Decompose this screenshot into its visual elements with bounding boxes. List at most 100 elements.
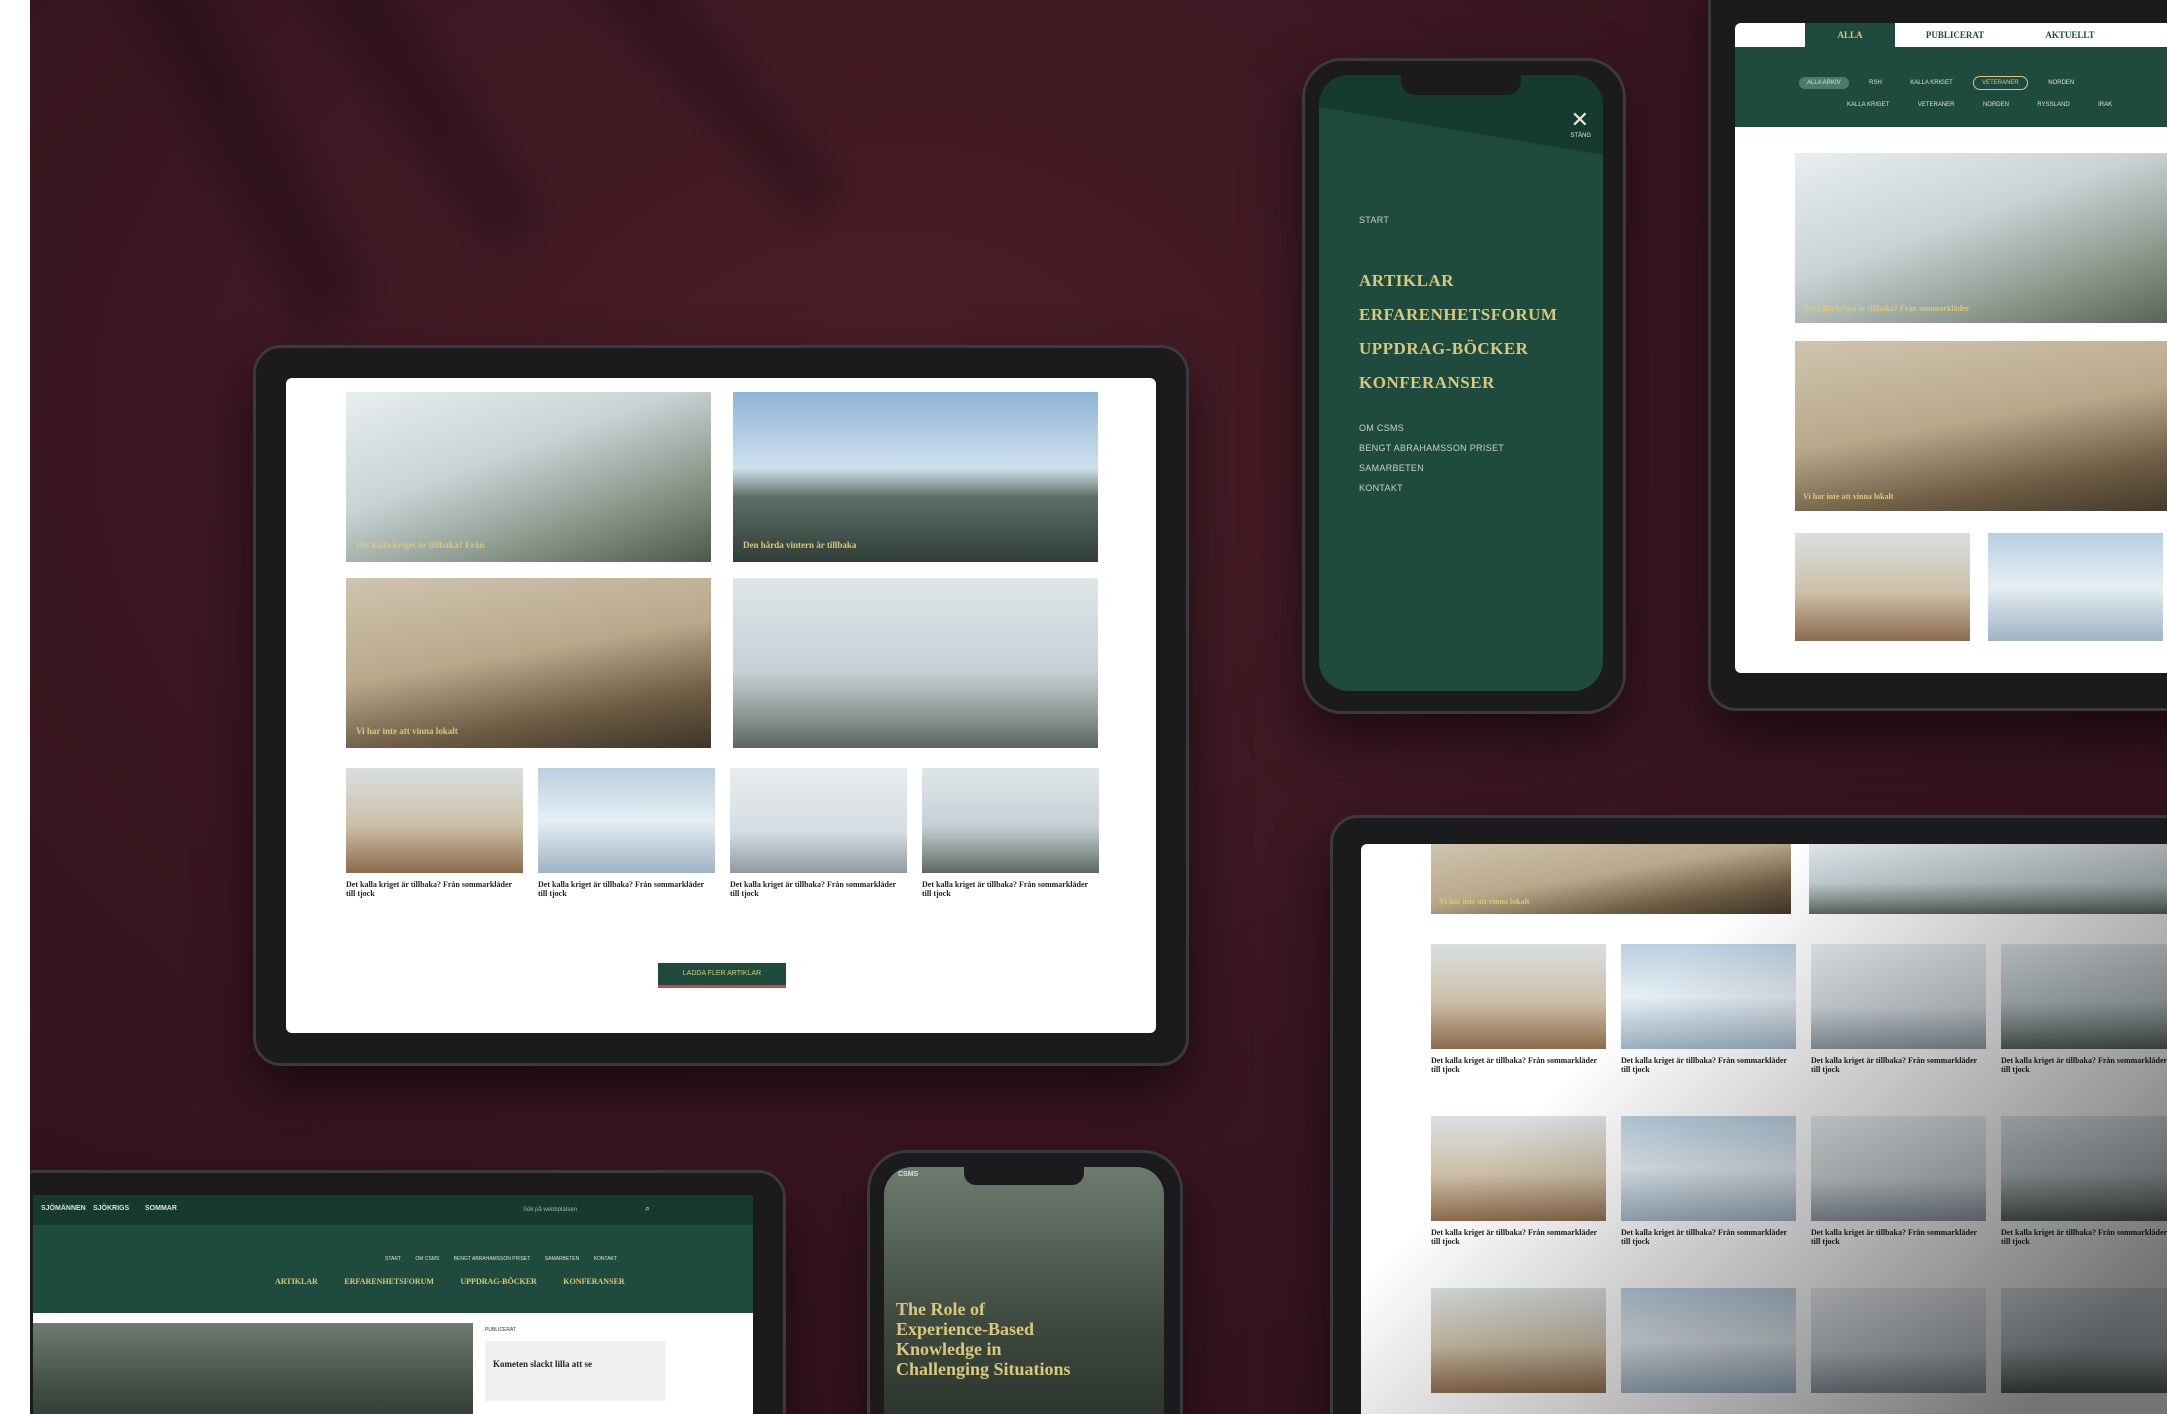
nav-small-item[interactable]: BENGT ABRAHAMSSON PRISET xyxy=(454,1256,531,1262)
card-image[interactable] xyxy=(730,768,907,873)
plant-shadow xyxy=(290,0,546,255)
filter-pill[interactable]: NORDEN xyxy=(2040,77,2082,89)
topbar-link[interactable]: SJÖKRIGS xyxy=(93,1205,129,1212)
menu-item-kontakt[interactable]: KONTAKT xyxy=(1359,483,1557,493)
card-title[interactable]: Det kalla kriget är tillbaka? Från somma… xyxy=(2001,1228,2167,1246)
topbar-link[interactable]: SJÖMÄNNEN xyxy=(41,1205,86,1212)
filter-pill[interactable]: KALLA KRIGET xyxy=(1839,99,1897,111)
filter-pill[interactable]: ALLA ARKIV xyxy=(1799,77,1849,89)
card-title[interactable]: Det kalla kriget är tillbaka? Från somma… xyxy=(1811,1056,1986,1074)
feature-image-village[interactable]: Vi har inte att vinna lokalt xyxy=(1795,341,2167,511)
load-more-button[interactable]: LADDA FLER ARTIKLAR xyxy=(658,963,786,988)
menu-item-om-csms[interactable]: OM CSMS xyxy=(1359,423,1557,433)
search-input[interactable]: Sök på webbplatsen xyxy=(517,1203,663,1217)
nav-small-item[interactable]: START xyxy=(385,1256,401,1262)
feature-image-soldiers[interactable]: Det kalla kriget är tillbaka? Från somma… xyxy=(1795,153,2167,323)
card-title[interactable]: Det kalla kriget är tillbaka? Från somma… xyxy=(1621,1056,1796,1074)
menu-item-uppdrag-bocker[interactable]: UPPDRAG-BÖCKER xyxy=(1359,339,1557,359)
feature-image-winter[interactable] xyxy=(1809,844,2167,914)
feature-image-village[interactable]: Vi har inte att vinna lokalt xyxy=(1431,844,1791,914)
menu-item-priset[interactable]: BENGT ABRAHAMSSON PRISET xyxy=(1359,443,1557,453)
close-icon[interactable]: ✕ xyxy=(1571,109,1589,131)
nav-small-item[interactable]: KONTAKT xyxy=(594,1256,617,1262)
card-title[interactable]: Det kalla kriget är tillbaka? Från somma… xyxy=(346,880,523,898)
card-title[interactable]: Det kalla kriget är tillbaka? Från somma… xyxy=(538,880,715,898)
card-image[interactable] xyxy=(1431,1116,1606,1221)
card-image[interactable] xyxy=(1988,533,2163,641)
tablet-bottomleft-screen: SJÖMÄNNEN SJÖKRIGS SOMMAR Sök på webbpla… xyxy=(33,1195,753,1414)
phone-menu: ✕ STÄNG START ARTIKLAR ERFARENHETSFORUM … xyxy=(1302,58,1626,714)
menu-item-samarbeten[interactable]: SAMARBETEN xyxy=(1359,463,1557,473)
tablet-main: Det kalla kriget är tillbaka? Från Den h… xyxy=(253,345,1189,1066)
feature-image-village[interactable]: Vi har inte att vinna lokalt xyxy=(346,578,711,748)
nav-big-item[interactable]: UPPDRAG-BÖCKER xyxy=(460,1277,536,1286)
feature-image-soldiers[interactable]: Det kalla kriget är tillbaka? Från xyxy=(346,392,711,562)
nav-big-item[interactable]: ARTIKLAR xyxy=(275,1277,318,1286)
card-title[interactable]: Det kalla kriget är tillbaka? Från somma… xyxy=(1431,1228,1606,1246)
feature-caption: Vi har inte att vinna lokalt xyxy=(1803,492,1894,501)
nav-big-item[interactable]: KONFERANSER xyxy=(563,1277,624,1286)
card-image[interactable] xyxy=(1431,944,1606,1049)
tab-bar: ALLA PUBLICERAT AKTUELLT xyxy=(1735,23,2167,47)
card-title[interactable]: Det kalla kriget är tillbaka? Från somma… xyxy=(1621,1228,1796,1246)
card-image[interactable] xyxy=(1621,1116,1796,1221)
filter-pill[interactable]: NORDEN xyxy=(1975,99,2017,111)
card-image[interactable] xyxy=(538,768,715,873)
card-image[interactable] xyxy=(1811,944,1986,1049)
card-image[interactable] xyxy=(2001,1288,2167,1393)
mockup-scene: Det kalla kriget är tillbaka? Från Den h… xyxy=(30,0,2167,1414)
menu-item-artiklar[interactable]: ARTIKLAR xyxy=(1359,271,1557,291)
card-image[interactable] xyxy=(1431,1288,1606,1393)
card-image[interactable] xyxy=(1621,1288,1796,1393)
filter-header: ALLA PUBLICERAT AKTUELLT ALLA ARKIV RSH … xyxy=(1735,23,2167,127)
tab-alla[interactable]: ALLA xyxy=(1805,23,1895,47)
card-title[interactable]: Det kalla kriget är tillbaka? Från somma… xyxy=(2001,1056,2167,1074)
card-image[interactable] xyxy=(1621,944,1796,1049)
filter-pills-row2: KALLA KRIGET VETERANER NORDEN RYSSLAND I… xyxy=(1835,93,2124,111)
filter-pill[interactable]: RYSSLAND xyxy=(2029,99,2077,111)
hero-image-forest[interactable] xyxy=(33,1323,473,1414)
card-title[interactable]: Det kalla kriget är tillbaka? Från somma… xyxy=(730,880,907,898)
filter-pill[interactable]: VETERANER xyxy=(1910,99,1963,111)
card-image[interactable] xyxy=(2001,1116,2167,1221)
tab-aktuellt[interactable]: AKTUELLT xyxy=(2015,23,2125,47)
card-image[interactable] xyxy=(346,768,523,873)
filter-pill[interactable]: IRAK xyxy=(2090,99,2120,111)
side-card[interactable]: Kometen slackt lilla att se xyxy=(485,1341,665,1401)
card-title[interactable]: Det kalla kriget är tillbaka? Från somma… xyxy=(1431,1056,1606,1074)
filter-pill[interactable]: RSH xyxy=(1861,77,1890,89)
card-image[interactable] xyxy=(1811,1116,1986,1221)
card-image[interactable] xyxy=(1811,1288,1986,1393)
nav-small-item[interactable]: SAMARBETEN xyxy=(545,1256,579,1262)
search-icon[interactable]: ⌕ xyxy=(645,1203,650,1214)
phone-notch xyxy=(1401,75,1521,95)
card-image[interactable] xyxy=(922,768,1099,873)
filter-pills-row1: ALLA ARKIV RSH KALLA KRIGET VETERANER NO… xyxy=(1795,71,2086,90)
tablet-main-screen: Det kalla kriget är tillbaka? Från Den h… xyxy=(286,378,1156,1033)
close-label: STÄNG xyxy=(1570,133,1591,139)
phone-logo[interactable]: CSMS xyxy=(898,1171,918,1178)
topbar-link[interactable]: SOMMAR xyxy=(145,1205,177,1212)
tablet-bottomright-screen: Vi har inte att vinna lokalt Det kalla k… xyxy=(1361,844,2167,1414)
feature-image-coast[interactable]: Den hårda vintern är tillbaka xyxy=(733,392,1098,562)
card-title[interactable]: Det kalla kriget är tillbaka? Från somma… xyxy=(1811,1228,1986,1246)
card-image[interactable] xyxy=(2001,944,2167,1049)
feature-caption: Vi har inte att vinna lokalt xyxy=(356,726,458,736)
phone-menu-list: START ARTIKLAR ERFARENHETSFORUM UPPDRAG-… xyxy=(1359,215,1557,503)
side-card-title: Kometen slackt lilla att se xyxy=(493,1359,592,1369)
card-title[interactable]: Det kalla kriget är tillbaka? Från somma… xyxy=(922,880,1099,898)
filter-pill[interactable]: VETERANER xyxy=(1973,76,2028,90)
tablet-topright-screen: ALLA PUBLICERAT AKTUELLT ALLA ARKIV RSH … xyxy=(1735,23,2167,673)
menu-item-start[interactable]: START xyxy=(1359,215,1557,225)
filter-pill[interactable]: KALLA KRIGET xyxy=(1902,77,1960,89)
menu-item-konferanser[interactable]: KONFERANSER xyxy=(1359,373,1557,393)
menu-item-erfarenhetsforum[interactable]: ERFARENHETSFORUM xyxy=(1359,305,1557,325)
tablet-bottomleft: SJÖMÄNNEN SJÖKRIGS SOMMAR Sök på webbpla… xyxy=(30,1170,786,1414)
feature-image-winter[interactable] xyxy=(733,578,1098,748)
tab-publicerat[interactable]: PUBLICERAT xyxy=(1905,23,2005,47)
phone-menu-screen: ✕ STÄNG START ARTIKLAR ERFARENHETSFORUM … xyxy=(1319,75,1603,691)
nav-small-item[interactable]: OM CSMS xyxy=(415,1256,439,1262)
nav-big-item[interactable]: ERFARENHETSFORUM xyxy=(344,1277,434,1286)
card-image[interactable] xyxy=(1795,533,1970,641)
side-label: PUBLICERAT xyxy=(485,1327,517,1333)
